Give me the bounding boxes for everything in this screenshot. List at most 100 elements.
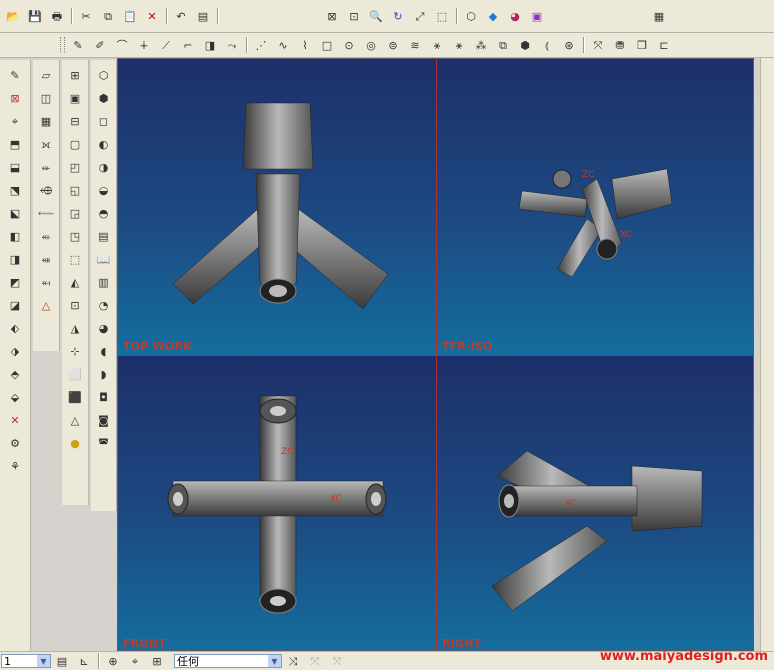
component-icon[interactable]: ▣	[65, 89, 85, 108]
camera-icon[interactable]: ◚	[94, 434, 114, 453]
mate-icon[interactable]: ⊟	[65, 112, 85, 131]
layer-settings-icon[interactable]: ▤	[53, 652, 71, 670]
intersect-icon[interactable]: ⚙	[5, 434, 25, 453]
save-icon[interactable]: 💾	[26, 7, 44, 25]
trim-surface-icon[interactable]: ⬳	[36, 204, 56, 223]
feature-icon[interactable]: ⤧	[589, 36, 607, 54]
mesh-icon[interactable]: ▦	[36, 112, 56, 131]
target-icon[interactable]: ⊛	[560, 36, 578, 54]
revolve-icon[interactable]: ⬓	[5, 158, 25, 177]
shade-icon[interactable]: ◆	[484, 7, 502, 25]
explode-icon[interactable]: ◳	[65, 227, 85, 246]
sketch-icon[interactable]: ✎	[5, 66, 25, 85]
fit-icon[interactable]: ⊠	[323, 7, 341, 25]
transform-icon[interactable]: ⊜	[384, 36, 402, 54]
wcs-orient-icon[interactable]: ⊾	[75, 652, 93, 670]
zoom-window-icon[interactable]: ⊡	[345, 7, 363, 25]
section-icon[interactable]: ◮	[65, 319, 85, 338]
triangle-icon[interactable]: △	[36, 296, 56, 315]
spline-icon[interactable]: ∔	[135, 36, 153, 54]
swept-surface-icon[interactable]: ⟗	[36, 135, 56, 154]
view-icon[interactable]: ⬚	[433, 7, 451, 25]
ellipse-icon[interactable]: ◎	[362, 36, 380, 54]
viewport-front[interactable]: ZC XC FRONT	[118, 356, 436, 650]
filter-icon[interactable]: ⤧	[306, 652, 324, 670]
grid-icon[interactable]: ⁂	[472, 36, 490, 54]
rectangle-icon[interactable]: ⟋	[157, 36, 175, 54]
cut-icon[interactable]: ✂	[77, 7, 95, 25]
sequence-icon[interactable]: ⬚	[65, 250, 85, 269]
shell-icon[interactable]: ⚘	[5, 457, 25, 476]
sew-icon[interactable]: ⬵	[36, 250, 56, 269]
left-view-icon[interactable]: ◒	[94, 181, 114, 200]
assembly-icon[interactable]: ⊞	[65, 66, 85, 85]
book-icon[interactable]: 📖	[94, 250, 114, 269]
fillet-icon[interactable]: ∿	[274, 36, 292, 54]
open-icon[interactable]: 📂	[4, 7, 22, 25]
groove-icon[interactable]: ⬖	[5, 319, 25, 338]
sweep-icon[interactable]: ⬔	[5, 181, 25, 200]
mirror-icon[interactable]: ⊙	[340, 36, 358, 54]
reposition-icon[interactable]: ◱	[65, 181, 85, 200]
information-icon[interactable]: ▤	[194, 7, 212, 25]
lights-icon[interactable]: ◘	[94, 388, 114, 407]
box-icon[interactable]: ⬢	[516, 36, 534, 54]
point-icon[interactable]: ✎	[69, 36, 87, 54]
rotate-icon[interactable]: ↻	[389, 7, 407, 25]
graphics-window[interactable]: TOP WORK ZC XC TFR-ISO ZC XC FRONT XC RI…	[117, 58, 754, 651]
circle-icon[interactable]: ⌐	[179, 36, 197, 54]
viewport-right[interactable]: XC RIGHT	[437, 356, 753, 650]
print-icon[interactable]: 🖶	[48, 7, 66, 25]
replace-icon[interactable]: ◲	[65, 204, 85, 223]
trimetric-icon[interactable]: ⬢	[94, 89, 114, 108]
body-select-icon[interactable]: ⊞	[148, 652, 166, 670]
offset-surface-icon[interactable]: ⬲	[36, 181, 56, 200]
filter-reset-icon[interactable]: ⤧	[328, 652, 346, 670]
pocket-icon[interactable]: ◩	[5, 273, 25, 292]
pattern-icon[interactable]: ◰	[65, 158, 85, 177]
material-icon[interactable]: ◙	[94, 411, 114, 430]
dimension-icon[interactable]: ⌖	[5, 112, 25, 131]
extrude-icon[interactable]: ⬒	[5, 135, 25, 154]
crosshair-icon[interactable]: ⊕	[104, 652, 122, 670]
toolbar-grip[interactable]	[60, 37, 65, 53]
thread-icon[interactable]: ⬗	[5, 342, 25, 361]
front-view-icon[interactable]: ◐	[94, 135, 114, 154]
bounded-plane-icon[interactable]: ⬰	[36, 158, 56, 177]
shaded-icon[interactable]: ◖	[94, 342, 114, 361]
face-icon[interactable]: ▱	[36, 66, 56, 85]
line-icon[interactable]: ✐	[91, 36, 109, 54]
right-view-icon[interactable]: ◑	[94, 158, 114, 177]
select-icon[interactable]: ⌖	[126, 652, 144, 670]
layout-icon[interactable]: ▥	[94, 273, 114, 292]
ruled-icon[interactable]: ◫	[36, 89, 56, 108]
chevron-down-icon[interactable]: ▼	[268, 655, 281, 667]
cylinder-icon[interactable]: ⊏	[655, 36, 673, 54]
hole-icon[interactable]: ◧	[5, 227, 25, 246]
paste-icon[interactable]: 📋	[121, 7, 139, 25]
wcs-icon[interactable]: ⊹	[65, 342, 85, 361]
layer-select[interactable]: 1 ▼	[1, 654, 51, 668]
snap-icon[interactable]: ⚹	[450, 36, 468, 54]
bottom-view-icon[interactable]: ◓	[94, 204, 114, 223]
viewport-divider-horizontal[interactable]	[118, 355, 753, 356]
pan-icon[interactable]: ⤢	[411, 7, 429, 25]
back-view-icon[interactable]: ▤	[94, 227, 114, 246]
chevron-down-icon[interactable]: ▼	[37, 655, 50, 667]
render-icon[interactable]: ⬡	[462, 7, 480, 25]
tube-icon[interactable]: ⬕	[5, 204, 25, 223]
color-icon[interactable]: ◕	[506, 7, 524, 25]
trim-icon[interactable]: ⋰	[252, 36, 270, 54]
extension-icon[interactable]: ⬴	[36, 227, 56, 246]
viewport-tfr-iso[interactable]: ZC XC TFR-ISO	[437, 59, 753, 355]
arc-icon[interactable]: ⌒	[113, 36, 131, 54]
undo-icon[interactable]: ↶	[172, 7, 190, 25]
chamfer-icon[interactable]: ⌇	[296, 36, 314, 54]
cone-icon[interactable]: △	[65, 411, 85, 430]
edit-curve-icon[interactable]: ⤳	[223, 36, 241, 54]
bracket-icon[interactable]: ⦅	[538, 36, 556, 54]
clearance-icon[interactable]: ◭	[65, 273, 85, 292]
boss-icon[interactable]: ◨	[5, 250, 25, 269]
copy-object-icon[interactable]: ⧉	[494, 36, 512, 54]
curve-icon[interactable]: ◨	[201, 36, 219, 54]
